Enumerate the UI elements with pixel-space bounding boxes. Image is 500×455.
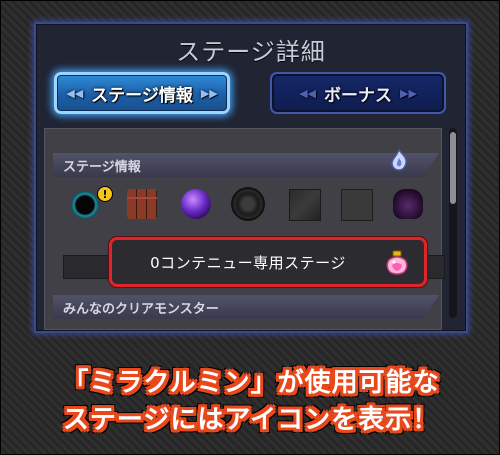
boss-icon bbox=[393, 189, 423, 219]
tab-bonus-label: ボーナス bbox=[324, 85, 392, 106]
purple-orb-icon bbox=[181, 189, 211, 219]
clear-monsters-section-header[interactable]: みんなのクリアモンスター bbox=[53, 295, 439, 319]
chevron-left-icon: ◀◀ bbox=[66, 86, 84, 100]
tab-stage-info[interactable]: ◀◀ ステージ情報 ▶▶ bbox=[54, 72, 230, 114]
stage-info-section-header: ステージ情報 bbox=[53, 153, 439, 177]
stage-info-section-label: ステージ情報 bbox=[63, 159, 141, 175]
chevron-right-icon: ▶▶ bbox=[400, 86, 417, 100]
content-area[interactable]: ステージ情報 みんなのクリアモンスター bbox=[44, 128, 442, 330]
water-element-icon bbox=[391, 149, 407, 171]
miracle-min-icon bbox=[386, 250, 408, 275]
black-hole-icon bbox=[71, 191, 99, 219]
warning-badge-icon: ! bbox=[97, 186, 113, 202]
chevron-right-icon: ▶▶ bbox=[200, 86, 218, 100]
highlight-box: 0コンテニュー専用ステージ bbox=[109, 237, 427, 287]
dialog-title: ステージ詳細 bbox=[176, 38, 326, 66]
brick-block-icon bbox=[127, 189, 157, 219]
tab-bonus[interactable]: ◀◀ ボーナス ▶▶ bbox=[270, 72, 446, 114]
block-icon bbox=[289, 189, 321, 221]
screenshot-frame: ステージ詳細 ◀◀ ステージ情報 ▶▶ ◀◀ ボーナス ▶▶ ステージ情報 みん… bbox=[0, 0, 500, 455]
clear-monsters-section-label: みんなのクリアモンスター bbox=[63, 301, 219, 317]
panel-icon bbox=[341, 189, 373, 221]
tab-stage-info-label: ステージ情報 bbox=[91, 85, 193, 106]
stage-note-text: 0コンテニュー専用ステージ bbox=[150, 253, 346, 272]
scrollbar[interactable] bbox=[449, 128, 457, 318]
caption-line-2: ステージにはアイコンを表示！ bbox=[62, 405, 440, 435]
chevron-left-icon: ◀◀ bbox=[299, 86, 316, 100]
scrollbar-thumb[interactable] bbox=[450, 132, 456, 204]
mine-icon bbox=[236, 192, 260, 216]
caption-line-1: 「ミラクルミン」が使用可能な bbox=[62, 368, 440, 398]
